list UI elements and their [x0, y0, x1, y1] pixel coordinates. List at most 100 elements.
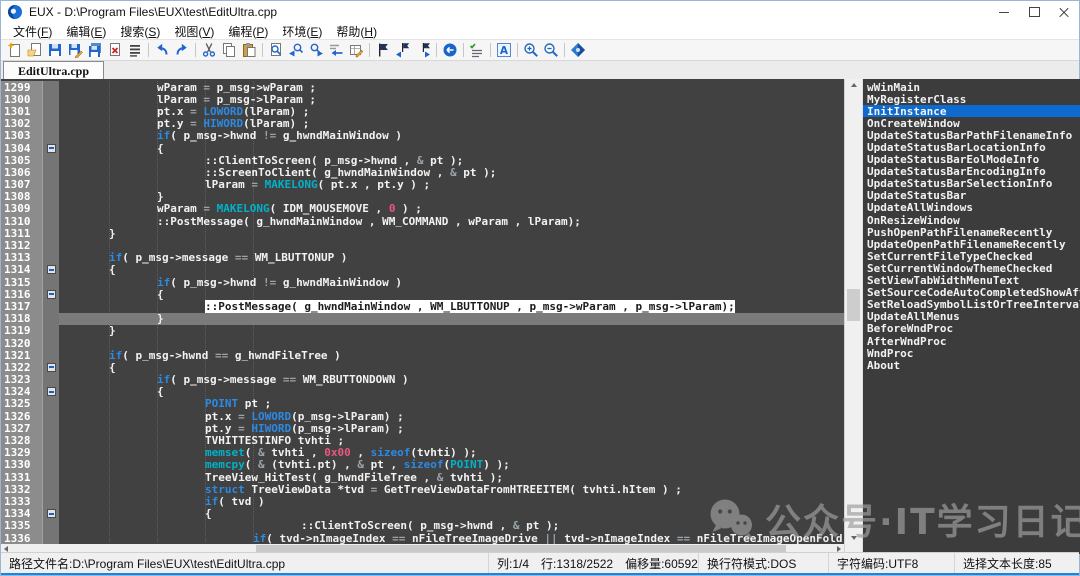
vertical-scrollbar[interactable] — [844, 79, 862, 554]
code-line[interactable]: 1301pt.x = LOWORD(lParam) ; — [1, 105, 844, 117]
tab-editultra-cpp[interactable]: EditUltra.cpp — [3, 61, 104, 80]
code-line[interactable]: 1319} — [1, 325, 844, 337]
find-button[interactable] — [266, 41, 286, 59]
code-lines[interactable]: 1299wParam = p_msg->wParam ;1300 lParam =… — [1, 79, 844, 544]
find-previous-button[interactable] — [286, 41, 306, 59]
code-text[interactable]: struct TreeViewData *tvd = GetTreeViewDa… — [59, 483, 844, 495]
code-line[interactable]: 1333 if( tvd ) — [1, 495, 844, 507]
code-line[interactable]: 1326pt.x = LOWORD(p_msg->lParam) ; — [1, 410, 844, 422]
line-number[interactable]: 1331 — [1, 471, 43, 483]
line-number[interactable]: 1308 — [1, 191, 43, 203]
symbol-item[interactable]: BeforeWndProc — [863, 323, 1080, 335]
symbol-item[interactable]: OnResizeWindow — [863, 214, 1080, 226]
cut-button[interactable] — [199, 41, 219, 59]
about-button[interactable] — [568, 41, 588, 59]
line-number[interactable]: 1318 — [1, 313, 43, 325]
open-file-button[interactable] — [25, 41, 45, 59]
symbol-item[interactable]: UpdateOpenPathFilenameRecently — [863, 238, 1080, 250]
code-text[interactable] — [59, 337, 844, 349]
line-number[interactable]: 1320 — [1, 337, 43, 349]
code-line[interactable]: 1299wParam = p_msg->wParam ; — [1, 81, 844, 93]
line-number[interactable]: 1334 — [1, 508, 43, 520]
symbol-item[interactable]: MyRegisterClass — [863, 93, 1080, 105]
code-text[interactable]: ::ScreenToClient( g_hwndMainWindow , & p… — [59, 166, 844, 178]
menu-item-p[interactable]: 编程(P) — [221, 23, 275, 40]
symbol-item[interactable]: UpdateStatusBarPathFilenameInfo — [863, 129, 1080, 141]
menu-item-h[interactable]: 帮助(H) — [329, 23, 384, 40]
symbol-item[interactable]: UpdateStatusBarEolModeInfo — [863, 154, 1080, 166]
code-line[interactable]: 1324 { — [1, 386, 844, 398]
code-line[interactable]: 1330memcpy( & (tvhti.pt) , & pt , sizeof… — [1, 459, 844, 471]
line-number[interactable]: 1324 — [1, 386, 43, 398]
code-line[interactable]: 1300 lParam = p_msg->lParam ; — [1, 93, 844, 105]
vertical-scroll-thumb[interactable] — [847, 289, 860, 321]
symbol-item[interactable]: SetCurrentWindowThemeChecked — [863, 262, 1080, 274]
line-number[interactable]: 1310 — [1, 215, 43, 227]
symbol-item[interactable]: UpdateStatusBarSelectionInfo — [863, 178, 1080, 190]
symbol-item[interactable]: SetReloadSymbolListOrTreeIntervalMe — [863, 299, 1080, 311]
line-number[interactable]: 1319 — [1, 325, 43, 337]
code-text[interactable]: { — [59, 386, 844, 398]
line-number[interactable]: 1302 — [1, 118, 43, 130]
code-line[interactable]: 1320 — [1, 337, 844, 349]
code-line[interactable]: 1321if( p_msg->hwnd == g_hwndFileTree ) — [1, 349, 844, 361]
syntax-highlight-button[interactable]: A — [494, 41, 514, 59]
file-list-button[interactable] — [125, 41, 145, 59]
paste-button[interactable] — [239, 41, 259, 59]
minimize-button[interactable] — [989, 1, 1019, 23]
code-text[interactable]: POINT pt ; — [59, 398, 844, 410]
navigate-back-button[interactable] — [440, 41, 460, 59]
code-text[interactable]: pt.x = LOWORD(p_msg->lParam) ; — [59, 410, 844, 422]
next-bookmark-button[interactable] — [413, 41, 433, 59]
code-text[interactable]: if( tvd ) — [59, 495, 844, 507]
redo-button[interactable] — [172, 41, 192, 59]
code-line[interactable]: 1305::ClientToScreen( p_msg->hwnd , & pt… — [1, 154, 844, 166]
code-line[interactable]: 1307lParam = MAKELONG( pt.x , pt.y ) ; — [1, 179, 844, 191]
code-text[interactable]: lParam = p_msg->lParam ; — [59, 93, 844, 105]
code-line[interactable]: 1311} — [1, 227, 844, 239]
line-number[interactable]: 1309 — [1, 203, 43, 215]
line-number[interactable]: 1299 — [1, 81, 43, 93]
line-number[interactable]: 1327 — [1, 422, 43, 434]
code-text[interactable]: { — [59, 361, 844, 373]
code-text[interactable]: } — [59, 313, 844, 325]
code-text[interactable]: { — [59, 288, 844, 300]
line-number[interactable]: 1325 — [1, 398, 43, 410]
fold-collapse-icon[interactable] — [47, 387, 56, 396]
symbol-item[interactable]: OnCreateWindow — [863, 117, 1080, 129]
toggle-bookmark-button[interactable] — [373, 41, 393, 59]
code-text[interactable]: ::ClientToScreen( p_msg->hwnd , & pt ); — [59, 154, 844, 166]
symbol-item[interactable]: UpdateStatusBarEncodingInfo — [863, 166, 1080, 178]
line-number[interactable]: 1330 — [1, 459, 43, 471]
symbol-item[interactable]: SetViewTabWidthMenuText — [863, 275, 1080, 287]
close-file-button[interactable] — [105, 41, 125, 59]
line-number[interactable]: 1333 — [1, 495, 43, 507]
code-text[interactable]: { — [59, 508, 844, 520]
code-line[interactable]: 1304{ — [1, 142, 844, 154]
line-number[interactable]: 1313 — [1, 252, 43, 264]
line-number[interactable]: 1306 — [1, 166, 43, 178]
fold-collapse-icon[interactable] — [47, 363, 56, 372]
line-number[interactable]: 1304 — [1, 142, 43, 154]
code-line[interactable]: 1316 { — [1, 288, 844, 300]
line-number[interactable]: 1316 — [1, 288, 43, 300]
line-number[interactable]: 1335 — [1, 520, 43, 532]
line-number[interactable]: 1311 — [1, 227, 43, 239]
line-number[interactable]: 1329 — [1, 447, 43, 459]
code-line[interactable]: 1334 { — [1, 508, 844, 520]
code-line[interactable]: 1318} — [1, 313, 844, 325]
code-text[interactable]: ::PostMessage( g_hwndMainWindow , WM_COM… — [59, 215, 844, 227]
code-text[interactable]: memset( & tvhti , 0x00 , sizeof(tvhti) )… — [59, 447, 844, 459]
undo-button[interactable] — [152, 41, 172, 59]
code-text[interactable]: pt.y = HIWORD(lParam) ; — [59, 118, 844, 130]
code-text[interactable]: pt.y = HIWORD(p_msg->lParam) ; — [59, 422, 844, 434]
code-text[interactable]: } — [59, 227, 844, 239]
line-number[interactable]: 1300 — [1, 93, 43, 105]
line-number[interactable]: 1336 — [1, 532, 43, 544]
code-line[interactable]: 1310::PostMessage( g_hwndMainWindow , WM… — [1, 215, 844, 227]
code-line[interactable]: 1313if( p_msg->message == WM_LBUTTONUP ) — [1, 252, 844, 264]
code-line[interactable]: 1314{ — [1, 264, 844, 276]
fold-collapse-icon[interactable] — [47, 265, 56, 274]
code-text[interactable] — [59, 239, 844, 251]
line-number[interactable]: 1307 — [1, 179, 43, 191]
